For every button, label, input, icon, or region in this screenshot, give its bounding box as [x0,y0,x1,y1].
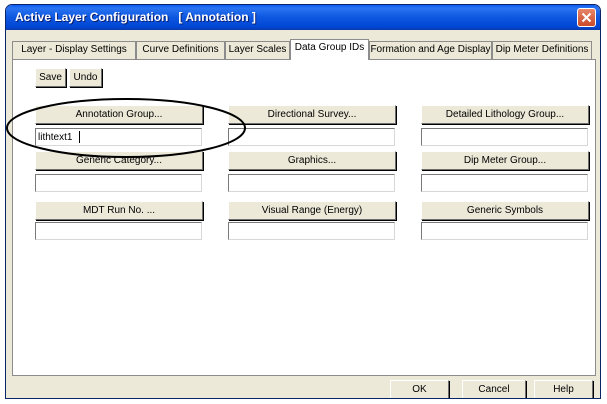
dip-meter-group-input[interactable] [421,174,588,192]
visual-range-energy-input[interactable] [228,222,395,240]
close-button[interactable] [577,8,596,27]
save-button[interactable]: Save [35,68,66,87]
help-button[interactable]: Help [534,380,593,398]
tab-strip: Layer - Display Settings Curve Definitio… [12,39,596,60]
close-icon [581,12,592,23]
graphics-input[interactable] [228,174,395,192]
window-title: Active Layer Configuration [ Annotation … [15,10,256,24]
directional-survey-input[interactable] [228,128,395,146]
generic-symbols-input[interactable] [421,222,588,240]
tab-formation-and-age-display[interactable]: Formation and Age Display [369,41,492,59]
generic-symbols-button[interactable]: Generic Symbols [421,201,589,220]
detailed-lithology-group-button[interactable]: Detailed Lithology Group... [421,105,589,124]
cancel-button[interactable]: Cancel [462,380,526,398]
text-cursor [79,131,80,143]
data-group-ids-panel: Save Undo Annotation Group... Directiona… [12,59,596,376]
tab-layer-scales[interactable]: Layer Scales [225,41,290,59]
undo-button[interactable]: Undo [69,68,102,87]
graphics-button[interactable]: Graphics... [228,151,396,170]
annotation-group-input[interactable] [35,128,202,146]
generic-category-input[interactable] [35,174,202,192]
visual-range-energy-button[interactable]: Visual Range (Energy) [228,201,396,220]
title-bar[interactable]: Active Layer Configuration [ Annotation … [6,5,600,30]
detailed-lithology-group-input[interactable] [421,128,588,146]
annotation-group-button[interactable]: Annotation Group... [35,105,203,124]
tab-layer-display-settings[interactable]: Layer - Display Settings [12,41,136,59]
generic-category-button[interactable]: Generic Category... [35,151,203,170]
tab-data-group-ids[interactable]: Data Group IDs [290,39,369,60]
ok-button[interactable]: OK [390,380,449,398]
mdt-run-no-button[interactable]: MDT Run No. ... [35,201,203,220]
tab-dip-meter-definitions[interactable]: Dip Meter Definitions [492,41,592,59]
tab-curve-definitions[interactable]: Curve Definitions [136,41,225,59]
dialog-window: Active Layer Configuration [ Annotation … [5,4,601,399]
mdt-run-no-input[interactable] [35,222,202,240]
dip-meter-group-button[interactable]: Dip Meter Group... [421,151,589,170]
directional-survey-button[interactable]: Directional Survey... [228,105,396,124]
